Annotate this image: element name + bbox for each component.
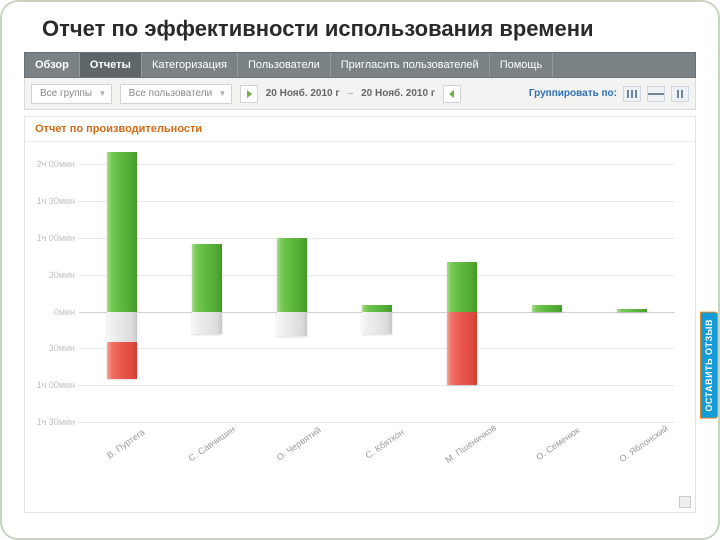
y-tick-label: 1ч 30мин bbox=[31, 417, 75, 427]
group-dropdown-label: Все группы bbox=[40, 88, 92, 99]
bar-column[interactable] bbox=[524, 152, 570, 422]
user-dropdown-label: Все пользователи bbox=[129, 88, 213, 99]
y-tick-label: 1ч 00мин bbox=[31, 380, 75, 390]
page-title: Отчет по эффективности использования вре… bbox=[24, 16, 696, 42]
resize-handle-icon[interactable] bbox=[679, 496, 691, 508]
group-by-bars-button[interactable] bbox=[623, 86, 641, 102]
nav-categorization[interactable]: Категоризация bbox=[142, 53, 238, 77]
productivity-panel: Отчет по производительности 2ч 00мин 1ч 3… bbox=[24, 116, 696, 513]
panel-title: Отчет по производительности bbox=[25, 117, 695, 142]
x-tick-label: О. Семенюк bbox=[530, 422, 585, 465]
nav-help[interactable]: Помощь bbox=[490, 53, 554, 77]
filter-bar: Все группы ▾ Все пользователи ▾ 20 Нояб.… bbox=[24, 78, 696, 110]
main-nav: Обзор Отчеты Категоризация Пользователи … bbox=[24, 52, 696, 78]
y-tick-label: 2ч 00мин bbox=[31, 159, 75, 169]
x-tick-label: В. Пуртега bbox=[98, 422, 153, 465]
x-tick-label: С. Савчишин bbox=[185, 422, 240, 465]
user-dropdown[interactable]: Все пользователи ▾ bbox=[120, 84, 232, 104]
nav-reports[interactable]: Отчеты bbox=[80, 53, 142, 77]
y-tick-label: 30мин bbox=[31, 270, 75, 280]
date-next-button[interactable] bbox=[443, 85, 461, 103]
bar-column[interactable] bbox=[99, 152, 145, 422]
date-prev-button[interactable] bbox=[240, 85, 258, 103]
x-tick-label: О. Червятий bbox=[271, 422, 326, 465]
nav-users[interactable]: Пользователи bbox=[238, 53, 331, 77]
y-tick-label: 30мин bbox=[31, 343, 75, 353]
y-tick-label: 1ч 30мин bbox=[31, 196, 75, 206]
nav-overview[interactable]: Обзор bbox=[25, 53, 80, 77]
chevron-down-icon: ▾ bbox=[220, 88, 225, 99]
x-tick-label: С. Кбяткон bbox=[357, 422, 412, 465]
bar-column[interactable] bbox=[439, 152, 485, 422]
bar-column[interactable] bbox=[269, 152, 315, 422]
date-from[interactable]: 20 Нояб. 2010 г bbox=[266, 88, 340, 99]
nav-invite[interactable]: Пригласить пользователей bbox=[331, 53, 490, 77]
y-tick-label: 0мин bbox=[31, 307, 75, 317]
y-tick-label: 1ч 00мин bbox=[31, 233, 75, 243]
productivity-chart: 2ч 00мин 1ч 30мин 1ч 00мин 30мин 0мин 30мин 1ч… bbox=[25, 142, 695, 512]
x-tick-label: О. Яблонский bbox=[616, 422, 671, 465]
bar-column[interactable] bbox=[354, 152, 400, 422]
bar-column[interactable] bbox=[609, 152, 655, 422]
date-separator: – bbox=[348, 88, 354, 99]
x-tick-label: М. Пшеничков bbox=[444, 422, 499, 465]
group-by-lines-button[interactable] bbox=[647, 86, 665, 102]
group-by-label: Группировать по: bbox=[529, 88, 617, 99]
date-to[interactable]: 20 Нояб. 2010 г bbox=[361, 88, 435, 99]
bar-column[interactable] bbox=[184, 152, 230, 422]
chevron-down-icon: ▾ bbox=[100, 88, 105, 99]
group-by-grid-button[interactable] bbox=[671, 86, 689, 102]
feedback-tab[interactable]: ОСТАВИТЬ ОТЗЫВ bbox=[700, 312, 718, 419]
group-dropdown[interactable]: Все группы ▾ bbox=[31, 84, 112, 104]
